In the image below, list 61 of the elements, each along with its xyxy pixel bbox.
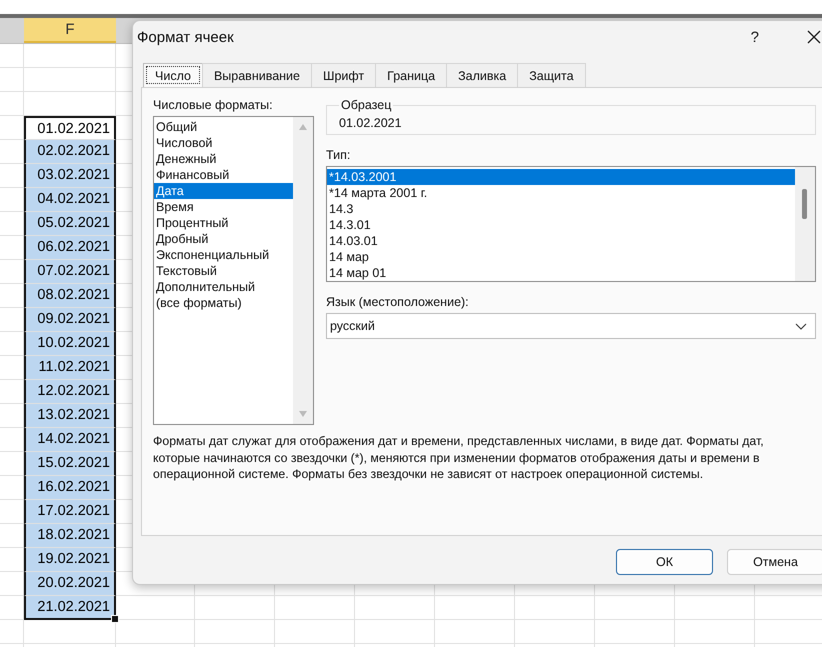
list-item[interactable]: 14.3	[327, 201, 795, 217]
table-cell[interactable]: 12.02.2021	[24, 380, 116, 404]
list-item[interactable]: 14 мар 01	[327, 265, 795, 281]
table-cell[interactable]: 02.02.2021	[24, 140, 116, 164]
list-item[interactable]: Текстовый	[154, 263, 293, 279]
list-item[interactable]: *14.03.2001	[327, 169, 795, 185]
table-cell[interactable]: 10.02.2021	[24, 332, 116, 356]
sample-legend: Образец	[339, 98, 394, 112]
table-cell[interactable]: 07.02.2021	[24, 260, 116, 284]
chevron-down-icon	[795, 322, 807, 330]
table-cell[interactable]: 06.02.2021	[24, 236, 116, 260]
description-text: Форматы дат служат для отображения дат и времени, представленных числами, в виде дат. Форматы дат, которые начинаются со звездочки (*), меняются при изменении форматов отображения даты и времени в операционной системе. Форматы без звездочки не зависят от настроек операционной системы.	[153, 433, 765, 482]
list-item[interactable]: 14 мар	[327, 249, 795, 265]
list-item[interactable]: *14 марта 2001 г.	[327, 185, 795, 201]
table-cell[interactable]: 18.02.2021	[24, 524, 116, 548]
fill-handle[interactable]	[111, 615, 119, 623]
scroll-down-icon[interactable]	[298, 410, 308, 418]
list-item[interactable]: Дробный	[154, 231, 293, 247]
table-cell[interactable]: 13.02.2021	[24, 404, 116, 428]
locale-dropdown[interactable]: русский	[326, 313, 816, 339]
table-cell[interactable]: 09.02.2021	[24, 308, 116, 332]
table-cell[interactable]: 05.02.2021	[24, 212, 116, 236]
formats-label: Числовые форматы:	[153, 98, 274, 113]
list-item[interactable]: 14.3.01	[327, 217, 795, 233]
window-title: Формат ячеек	[137, 28, 235, 46]
type-label: Тип:	[326, 148, 352, 163]
list-item[interactable]: 14.03.01	[327, 233, 795, 249]
close-icon[interactable]	[807, 30, 821, 44]
cancel-button[interactable]: Отмена	[727, 549, 822, 575]
list-item[interactable]: Процентный	[154, 215, 293, 231]
list-item[interactable]: Денежный	[154, 151, 293, 167]
table-cell[interactable]: 14.02.2021	[24, 428, 116, 452]
list-item[interactable]: Общий	[154, 119, 293, 135]
tab[interactable]: Выравнивание	[202, 63, 312, 87]
list-item[interactable]: Время	[154, 199, 293, 215]
table-cell[interactable]: 15.02.2021	[24, 452, 116, 476]
help-button[interactable]: ?	[750, 28, 759, 46]
scroll-up-icon[interactable]	[298, 123, 308, 131]
table-cell[interactable]: 16.02.2021	[24, 476, 116, 500]
column-header[interactable]: F	[24, 18, 116, 43]
table-cell[interactable]: 11.02.2021	[24, 356, 116, 380]
list-item[interactable]: Финансовый	[154, 167, 293, 183]
table-cell[interactable]: 08.02.2021	[24, 284, 116, 308]
tab[interactable]: Число	[143, 63, 203, 87]
table-cell[interactable]: 01.02.2021	[24, 116, 116, 140]
locale-label: Язык (местоположение):	[326, 295, 470, 310]
ok-button[interactable]: ОК	[616, 549, 713, 575]
scrollbar-thumb[interactable]	[802, 189, 807, 219]
list-item[interactable]: Экспоненциальный	[154, 247, 293, 263]
list-item[interactable]: Числовой	[154, 135, 293, 151]
table-cell[interactable]: 19.02.2021	[24, 548, 116, 572]
list-item[interactable]: Дата	[154, 183, 293, 199]
table-cell[interactable]: 04.02.2021	[24, 188, 116, 212]
sample-value: 01.02.2021	[339, 116, 403, 130]
table-cell[interactable]: 20.02.2021	[24, 572, 116, 596]
table-cell[interactable]: 03.02.2021	[24, 164, 116, 188]
table-cell[interactable]: 17.02.2021	[24, 500, 116, 524]
tab[interactable]: Защита	[517, 63, 586, 87]
table-cell[interactable]: 21.02.2021	[24, 596, 116, 620]
list-item[interactable]: (все форматы)	[154, 295, 293, 311]
list-item[interactable]: Дополнительный	[154, 279, 293, 295]
